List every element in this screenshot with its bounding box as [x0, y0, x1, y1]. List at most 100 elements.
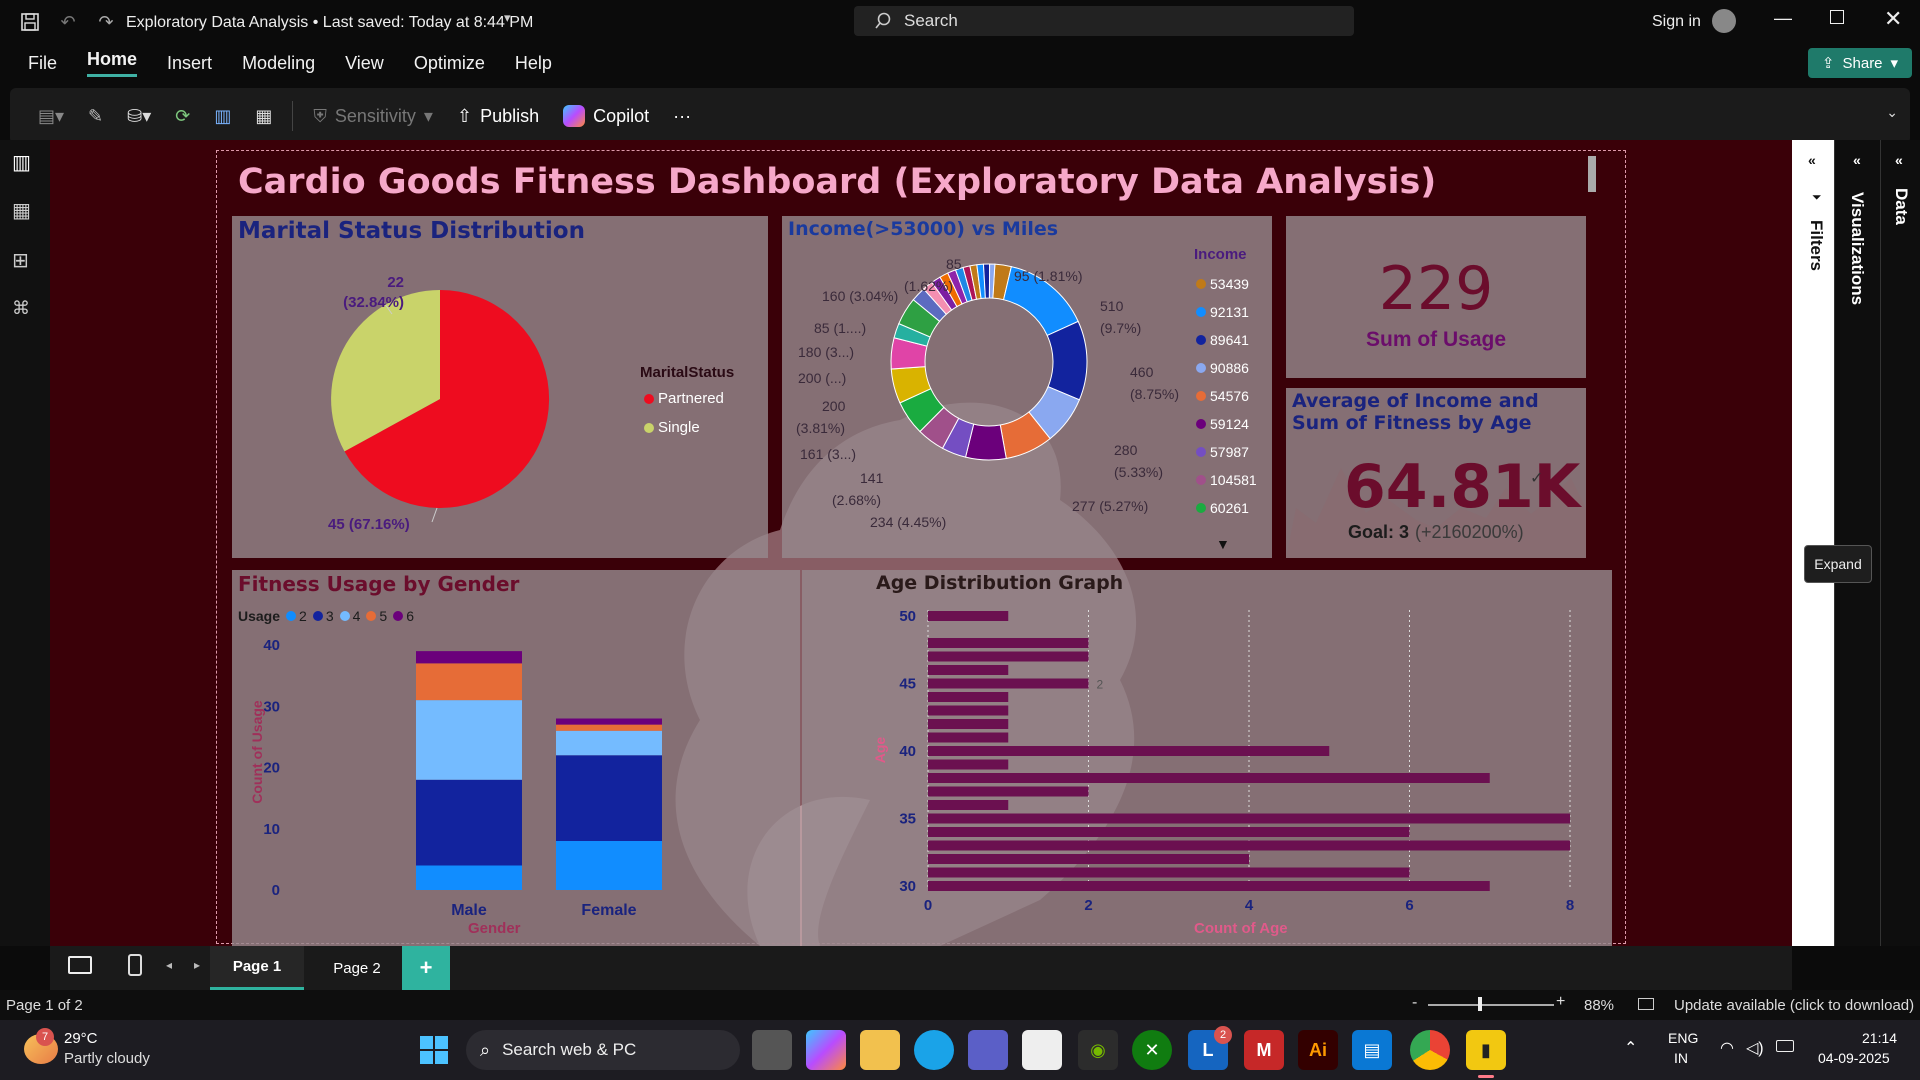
legend-item[interactable]: 90886 — [1196, 354, 1272, 382]
next-page-icon[interactable]: ▸ — [194, 958, 200, 972]
zoom-out-button[interactable]: - — [1412, 994, 1417, 1012]
data-pane[interactable]: « Data — [1880, 140, 1920, 946]
tab-page-2[interactable]: Page 2 — [312, 946, 402, 990]
teams-icon[interactable] — [968, 1030, 1008, 1070]
desktop-layout-icon[interactable] — [68, 956, 92, 974]
sign-in-link[interactable]: Sign in — [1652, 13, 1701, 31]
mobile-layout-icon[interactable] — [128, 954, 142, 976]
update-notice[interactable]: Update available (click to download) — [1674, 997, 1914, 1014]
refresh-button[interactable]: ⟳ — [165, 96, 200, 136]
age-bar — [928, 773, 1490, 783]
redo-icon[interactable]: ↷ — [94, 10, 118, 34]
restore-icon[interactable] — [1830, 10, 1844, 24]
undo-icon[interactable]: ↶ — [56, 10, 80, 34]
minimize-icon[interactable]: — — [1774, 8, 1792, 29]
task-view-icon[interactable] — [752, 1030, 792, 1070]
scrollbar[interactable] — [1588, 156, 1596, 192]
menu-file[interactable]: File — [28, 53, 57, 74]
zoom-slider[interactable] — [1428, 1004, 1554, 1006]
legend-item[interactable]: 57987 — [1196, 438, 1272, 466]
xbox-icon[interactable]: ✕ — [1132, 1030, 1172, 1070]
weather-text[interactable]: Partly cloudy — [64, 1050, 150, 1067]
tab-page-1[interactable]: Page 1 — [210, 946, 304, 990]
legend-item[interactable]: 60261 — [1196, 494, 1272, 522]
store-icon[interactable] — [1022, 1030, 1062, 1070]
chevron-down-icon[interactable]: ▾ — [504, 10, 511, 26]
windows-start-icon[interactable] — [420, 1036, 448, 1064]
previous-page-icon[interactable]: ◂ — [166, 958, 172, 972]
zoom-level[interactable]: 88% — [1584, 997, 1614, 1014]
language-2[interactable]: IN — [1674, 1050, 1688, 1066]
zoom-slider-thumb[interactable] — [1478, 997, 1482, 1011]
clock-time[interactable]: 21:14 — [1862, 1030, 1897, 1046]
legend-scroll-down-icon[interactable]: ▼ — [1216, 536, 1230, 552]
zoom-in-button[interactable]: + — [1556, 993, 1565, 1011]
battery-icon[interactable] — [1776, 1040, 1794, 1052]
menu-insert[interactable]: Insert — [167, 53, 212, 74]
publish-button[interactable]: ⇧ Publish — [447, 96, 549, 136]
account-icon[interactable] — [1712, 9, 1736, 33]
save-icon[interactable] — [18, 10, 42, 34]
table-view-icon[interactable]: ▦ — [12, 198, 31, 223]
copilot-button[interactable]: Copilot — [553, 96, 659, 136]
visualizations-pane[interactable]: « Visualizations — [1834, 140, 1880, 946]
illustrator-icon[interactable]: Ai — [1298, 1030, 1338, 1070]
copilot-app-icon[interactable] — [806, 1030, 846, 1070]
income-miles-card[interactable]: Income(>53000) vs Miles 85 95 (1.81%) 16… — [782, 216, 1272, 558]
new-visual-button[interactable]: ▥ — [204, 96, 241, 136]
menu-home[interactable]: Home — [87, 49, 138, 77]
language-1[interactable]: ENG — [1668, 1030, 1698, 1046]
collapse-ribbon-icon[interactable]: ⌄ — [1886, 104, 1898, 121]
share-button[interactable]: ⇪ Share ▾ — [1808, 48, 1912, 78]
legend-item-single[interactable]: Single — [644, 419, 700, 436]
document-title[interactable]: Exploratory Data Analysis • Last saved: … — [126, 14, 533, 32]
nvidia-icon[interactable]: ◉ — [1078, 1030, 1118, 1070]
legend-item[interactable]: 59124 — [1196, 410, 1272, 438]
edge-icon[interactable] — [914, 1030, 954, 1070]
average-income-card[interactable]: Average of Income and Sum of Fitness by … — [1286, 388, 1586, 558]
app-icon[interactable]: ▤ — [1352, 1030, 1392, 1070]
sum-of-usage-card[interactable]: 229 Sum of Usage — [1286, 216, 1586, 378]
sensitivity-button[interactable]: ⛨ Sensitivity ▾ — [303, 96, 443, 136]
search-input[interactable]: Search — [854, 6, 1354, 36]
clock-date[interactable]: 04-09-2025 — [1818, 1050, 1890, 1066]
more-options-button[interactable]: ··· — [663, 96, 701, 136]
power-bi-icon[interactable]: ▮ — [1466, 1030, 1506, 1070]
chevron-up-icon[interactable]: ⌃ — [1624, 1038, 1637, 1058]
legend-item[interactable]: 104581 — [1196, 466, 1272, 494]
menu-view[interactable]: View — [345, 53, 384, 74]
legend-item[interactable]: 89641 — [1196, 326, 1272, 354]
model-view-icon[interactable]: ⊞ — [12, 248, 29, 273]
age-bar — [928, 746, 1330, 756]
legend-item[interactable]: 54576 — [1196, 382, 1272, 410]
get-data-button[interactable]: ⛁▾ — [117, 96, 161, 136]
menu-optimize[interactable]: Optimize — [414, 53, 485, 74]
new-measure-button[interactable]: ▦ — [245, 96, 282, 136]
collapse-visualizations-icon[interactable]: « — [1853, 152, 1861, 168]
collapse-data-icon[interactable]: « — [1895, 152, 1903, 168]
add-page-button[interactable]: + — [402, 946, 450, 990]
fit-to-page-icon[interactable] — [1638, 998, 1654, 1010]
menu-help[interactable]: Help — [515, 53, 552, 74]
legend-item[interactable]: 53439 — [1196, 270, 1272, 298]
report-view-icon[interactable]: ▥ — [12, 150, 31, 175]
format-painter-button[interactable]: ✎ — [78, 96, 113, 136]
marital-status-card[interactable]: Marital Status Distribution 22 (32.84%) … — [232, 216, 768, 558]
collapse-filters-icon[interactable]: « — [1808, 152, 1816, 168]
volume-icon[interactable]: ◁) — [1746, 1038, 1764, 1058]
close-icon[interactable]: ✕ — [1884, 6, 1902, 32]
file-explorer-icon[interactable] — [860, 1030, 900, 1070]
taskbar-search-box[interactable]: ⌕ Search web & PC — [466, 1030, 740, 1070]
age-distribution-card[interactable]: Age Distribution Graph 0 2 4 6 8 30 35 40 45 50 2 … — [802, 570, 1612, 946]
chrome-icon[interactable] — [1410, 1030, 1450, 1070]
legend-item-partnered[interactable]: Partnered — [644, 390, 724, 407]
paste-button[interactable]: ▤▾ — [28, 96, 74, 136]
mcafee-icon[interactable]: M — [1244, 1030, 1284, 1070]
fitness-usage-card[interactable]: Fitness Usage by Gender Usage 23456 0 10 2… — [232, 570, 800, 946]
temperature[interactable]: 29°C — [64, 1030, 98, 1047]
menu-modeling[interactable]: Modeling — [242, 53, 315, 74]
legend-item[interactable]: 92131 — [1196, 298, 1272, 326]
dax-query-icon[interactable]: ⌘ — [12, 298, 30, 319]
wifi-icon[interactable]: ◠ — [1720, 1038, 1734, 1058]
filters-pane[interactable]: « ⏷ Filters — [1792, 140, 1834, 946]
